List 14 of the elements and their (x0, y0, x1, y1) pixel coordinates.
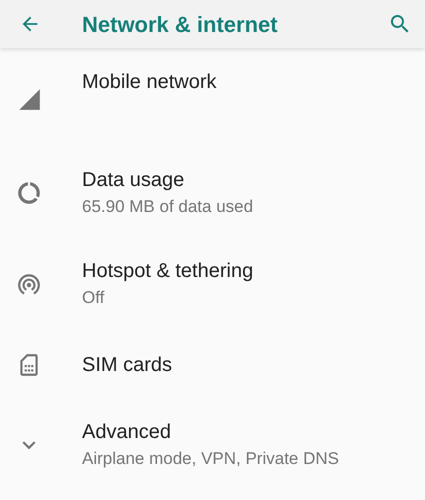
item-title: SIM cards (82, 353, 172, 377)
item-title: Advanced (82, 420, 172, 444)
item-summary: 65.90 MB of data used (82, 196, 254, 218)
screen-title: Network & internet (82, 10, 278, 38)
list-item[interactable]: Mobile network (0, 48, 425, 148)
list-item[interactable]: Hotspot & tethering Off (0, 238, 425, 330)
item-summary: Airplane mode, VPN, Private DNS (82, 448, 339, 470)
list-item[interactable]: SIM cards (0, 330, 425, 400)
list-item[interactable]: Data usage 65.90 MB of data used (0, 148, 425, 238)
item-summary: Off (82, 286, 106, 309)
item-title: Mobile network (82, 70, 217, 94)
list-item[interactable]: Advanced Airplane mode, VPN, Private DNS (0, 400, 425, 490)
item-title: Data usage (82, 168, 186, 192)
item-title: Hotspot & tethering (82, 258, 254, 283)
